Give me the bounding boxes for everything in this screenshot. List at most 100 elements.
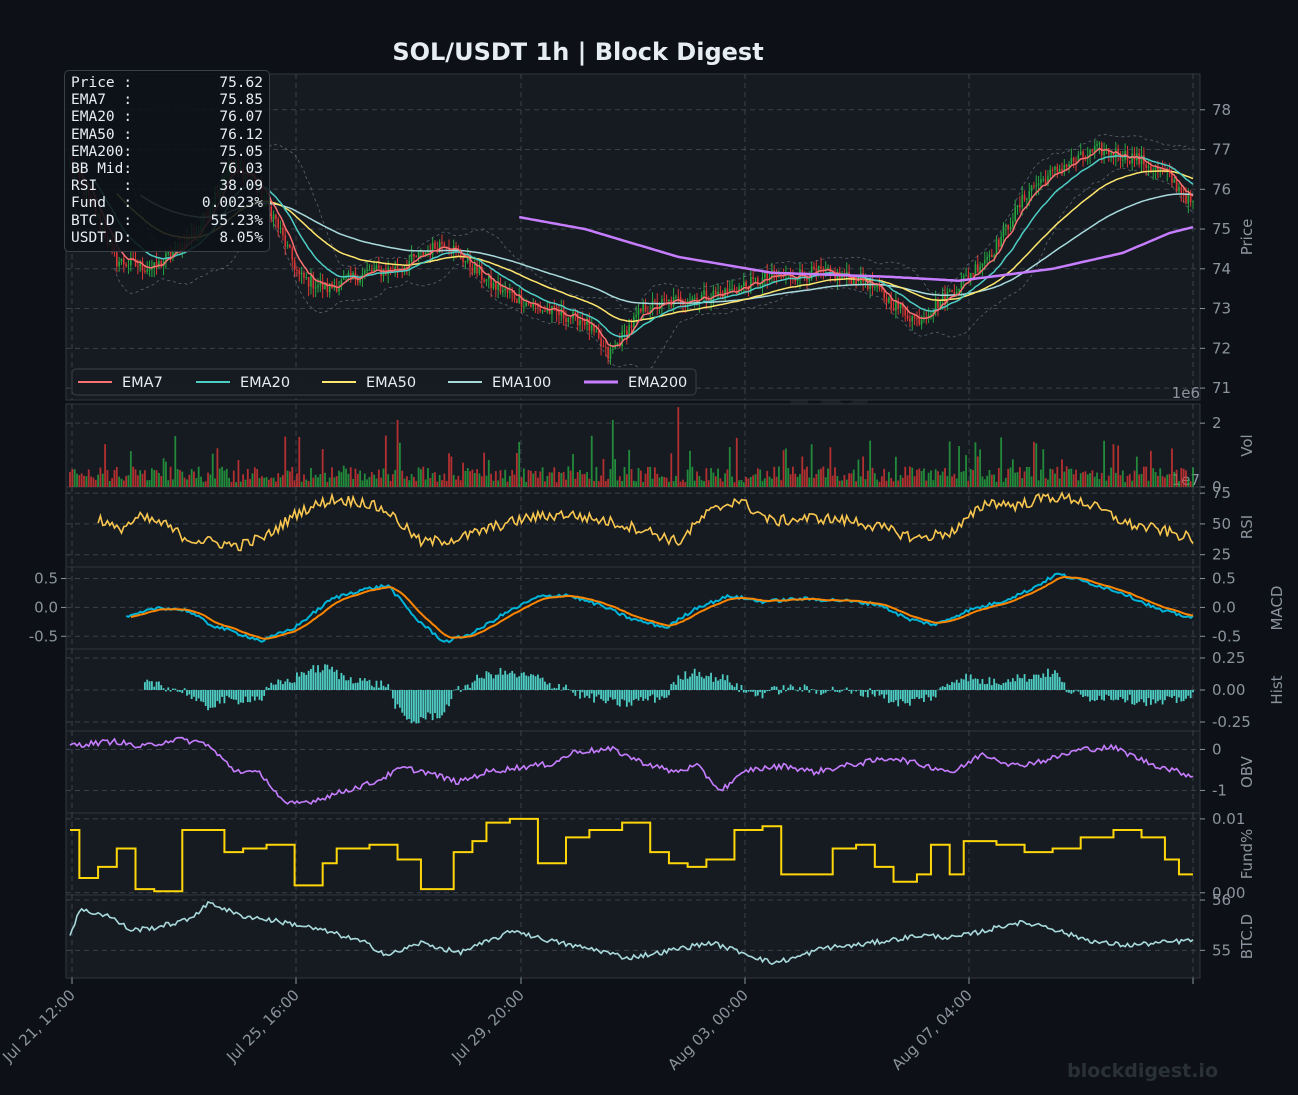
hist-bar xyxy=(1121,690,1124,699)
hist-bar xyxy=(483,678,486,690)
candle-body xyxy=(275,214,277,220)
candle-body xyxy=(1054,166,1056,170)
volume-bar xyxy=(911,467,914,487)
hist-bar xyxy=(1093,690,1096,702)
volume-bar xyxy=(1119,475,1122,487)
volume-bar xyxy=(380,477,383,487)
volume-bar xyxy=(1140,473,1143,487)
hist-bar xyxy=(969,674,972,690)
hist-bar xyxy=(558,684,560,690)
hist-bar xyxy=(845,687,848,690)
candle-body xyxy=(125,264,127,266)
hist-bar xyxy=(789,684,792,690)
volume-bar xyxy=(1192,467,1194,487)
hist-bar xyxy=(235,690,238,700)
hist-bar xyxy=(1000,684,1003,690)
hist-bar xyxy=(448,690,450,707)
hist-bar xyxy=(172,688,174,690)
hist-bar xyxy=(260,690,263,701)
volume-bar xyxy=(97,474,99,487)
hist-bar xyxy=(749,690,752,692)
candle-body xyxy=(607,347,609,359)
volume-bar xyxy=(979,449,981,487)
hist-bar xyxy=(515,677,518,690)
volume-bar xyxy=(511,469,514,487)
hist-bar xyxy=(434,690,436,714)
volume-bar xyxy=(974,442,977,487)
candle-body xyxy=(541,310,544,312)
hist-bar xyxy=(204,690,207,707)
hist-bar xyxy=(179,690,181,692)
volume-bar xyxy=(1084,471,1087,487)
volume-bar xyxy=(534,470,537,487)
volume-bar xyxy=(653,467,656,487)
volume-bar xyxy=(195,478,198,487)
candle-body xyxy=(282,227,284,236)
hist-bar xyxy=(932,690,935,697)
volume-bar xyxy=(242,474,245,487)
candle-body xyxy=(565,318,567,323)
hist-bar xyxy=(1079,690,1082,695)
candle-body xyxy=(815,268,818,272)
volume-bar xyxy=(644,473,647,487)
hist-bar xyxy=(1014,681,1017,690)
hist-bar xyxy=(1037,674,1040,690)
volume-bar xyxy=(569,470,572,487)
candle-body xyxy=(310,275,312,287)
y-tick-label: 75 xyxy=(1212,484,1231,502)
hist-bar xyxy=(1175,690,1178,703)
hist-bar xyxy=(146,679,149,690)
hist-bar xyxy=(253,690,256,701)
hist-bar xyxy=(1040,677,1042,690)
hist-bar xyxy=(953,682,956,690)
volume-bar xyxy=(146,480,149,487)
volume-bar xyxy=(871,467,874,487)
volume-bar xyxy=(459,480,462,487)
hist-bar xyxy=(668,690,670,696)
hist-bar xyxy=(1096,690,1098,700)
hist-bar xyxy=(478,678,481,690)
volume-bar xyxy=(642,481,645,487)
candle-body xyxy=(637,308,640,315)
hist-bar xyxy=(815,690,818,694)
volume-bar xyxy=(115,466,118,487)
volume-bar xyxy=(1131,480,1134,487)
volume-bar xyxy=(293,480,296,487)
y-tick-label: 25 xyxy=(1212,546,1231,564)
hist-bar xyxy=(1011,678,1014,690)
hist-bar xyxy=(1042,673,1045,690)
volume-bar xyxy=(958,446,960,487)
hist-bar xyxy=(155,681,158,690)
volume-bar xyxy=(111,478,114,487)
hist-bar xyxy=(1110,690,1113,700)
candle-body xyxy=(530,304,532,307)
volume-bar xyxy=(466,468,469,487)
volume-bar xyxy=(532,473,535,487)
candle-body xyxy=(630,325,633,328)
candle-body xyxy=(1131,153,1133,164)
hist-bar xyxy=(296,672,298,690)
volume-bar xyxy=(476,469,478,487)
volume-bar xyxy=(1061,459,1063,487)
hist-bar xyxy=(576,690,579,691)
candle-body xyxy=(296,269,298,271)
volume-bar xyxy=(614,459,617,487)
hist-bar xyxy=(1128,690,1131,695)
hist-bar xyxy=(310,668,312,690)
hist-bar xyxy=(958,682,960,690)
candle-body xyxy=(654,300,656,302)
candle-body xyxy=(293,260,296,270)
volume-bar xyxy=(932,480,935,487)
volume-bar xyxy=(581,474,584,487)
hist-bar xyxy=(256,690,259,697)
volume-bar xyxy=(983,479,986,487)
hist-bar xyxy=(242,690,245,703)
volume-bar xyxy=(263,477,266,487)
volume-bar xyxy=(387,474,390,487)
hist-bar xyxy=(522,672,525,690)
volume-bar xyxy=(693,480,696,487)
y-tick-label: 78 xyxy=(1212,101,1231,119)
hist-bar xyxy=(1140,690,1143,700)
panel-frame xyxy=(65,812,1201,896)
volume-bar xyxy=(539,471,542,487)
